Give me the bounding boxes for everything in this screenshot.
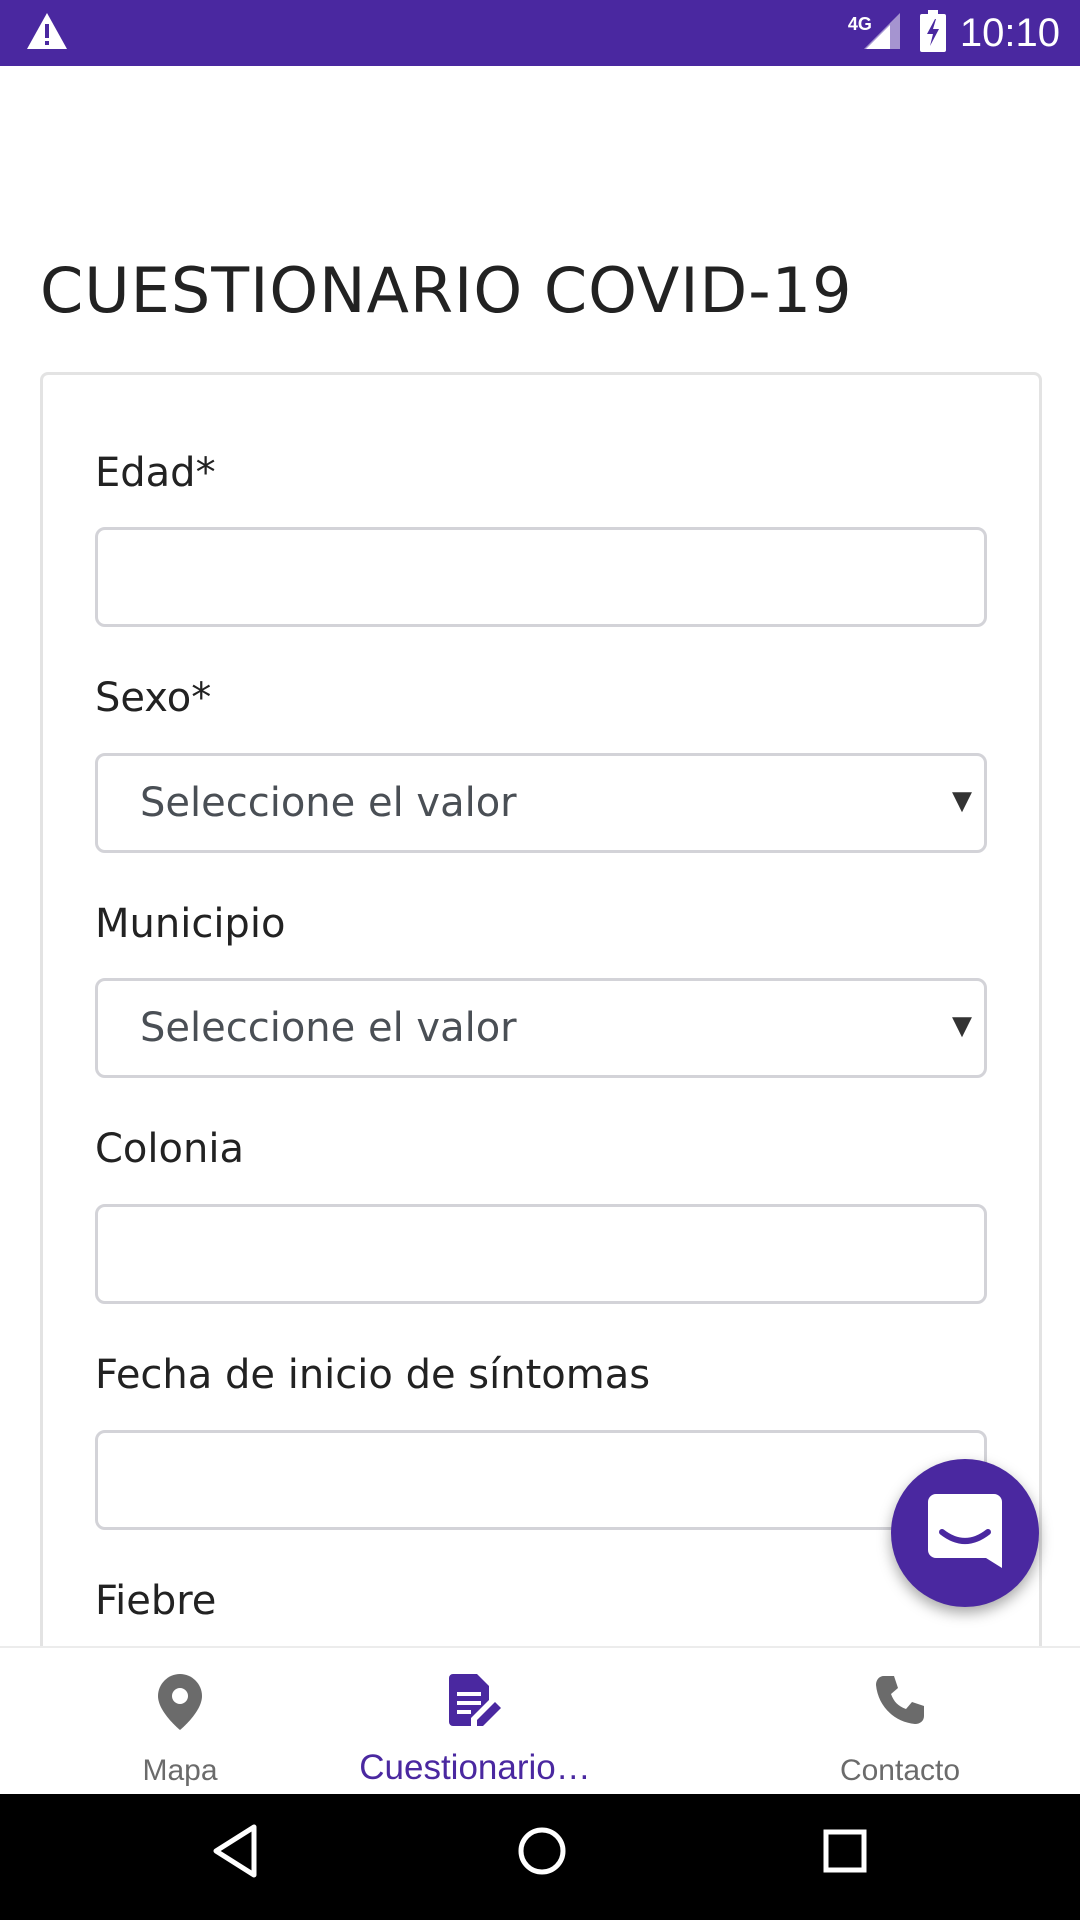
fever-label: Fiebre xyxy=(95,1578,217,1624)
neighborhood-input[interactable] xyxy=(95,1204,987,1304)
phone-icon xyxy=(874,1674,926,1730)
nav-item-questionnaire[interactable]: Cuestionario… xyxy=(340,1648,610,1796)
sex-select[interactable]: Seleccione el valor ▼ xyxy=(95,753,987,853)
nav-label-questionnaire: Cuestionario… xyxy=(359,1748,591,1787)
age-label: Edad* xyxy=(95,450,216,496)
symptom-start-date-input[interactable] xyxy=(95,1430,987,1530)
sex-select-value: Seleccione el valor xyxy=(140,780,517,826)
nav-item-contact[interactable]: Contacto xyxy=(780,1648,1020,1796)
chat-icon xyxy=(928,1494,1002,1572)
map-pin-icon xyxy=(158,1674,202,1734)
battery-charging-icon xyxy=(919,10,946,56)
municipality-select-value: Seleccione el valor xyxy=(140,1005,517,1051)
chat-button[interactable] xyxy=(891,1459,1039,1607)
nav-label-map: Mapa xyxy=(142,1754,218,1787)
nav-label-contact: Contacto xyxy=(839,1754,961,1787)
neighborhood-label: Colonia xyxy=(95,1126,244,1172)
age-input[interactable] xyxy=(95,527,987,627)
home-icon[interactable] xyxy=(517,1824,567,1882)
chevron-down-icon: ▼ xyxy=(952,786,972,816)
bottom-navigation: Mapa Cuestionario… Contacto xyxy=(0,1646,1080,1794)
recents-icon[interactable] xyxy=(823,1824,867,1882)
municipality-select[interactable]: Seleccione el valor ▼ xyxy=(95,978,987,1078)
nav-item-map[interactable]: Mapa xyxy=(60,1648,300,1796)
municipality-label: Municipio xyxy=(95,901,286,947)
edit-document-icon xyxy=(449,1674,501,1734)
status-bar: 4G 10:10 xyxy=(0,0,1080,66)
symptom-start-date-label: Fecha de inicio de síntomas xyxy=(95,1352,651,1398)
signal-icon xyxy=(862,11,902,55)
clock: 10:10 xyxy=(959,10,1060,55)
page-title: CUESTIONARIO COVID-19 xyxy=(40,254,853,327)
warning-icon xyxy=(26,12,68,54)
system-navigation-bar xyxy=(0,1794,1080,1920)
main-content: CUESTIONARIO COVID-19 Edad* Sexo* Selecc… xyxy=(0,66,1080,1646)
sex-label: Sexo* xyxy=(95,675,212,721)
chevron-down-icon: ▼ xyxy=(952,1011,972,1041)
back-icon[interactable] xyxy=(212,1824,258,1882)
